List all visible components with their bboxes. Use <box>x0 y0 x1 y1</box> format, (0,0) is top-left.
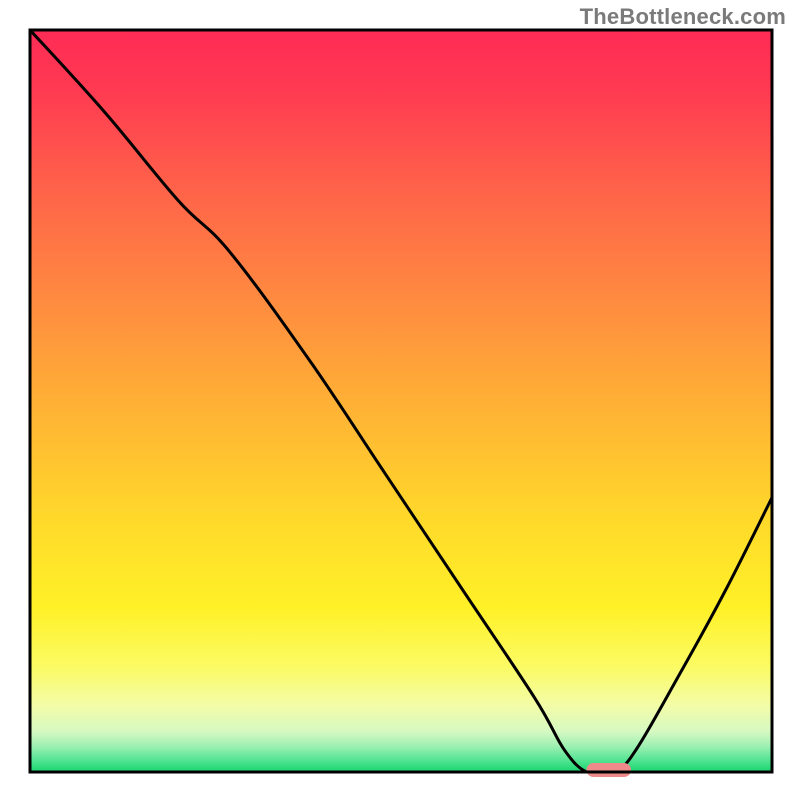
watermark-text: TheBottleneck.com <box>580 4 786 30</box>
plot-area <box>30 30 772 777</box>
bottleneck-chart <box>0 0 800 800</box>
gradient-background <box>30 30 772 772</box>
optimal-range-marker <box>587 763 632 777</box>
